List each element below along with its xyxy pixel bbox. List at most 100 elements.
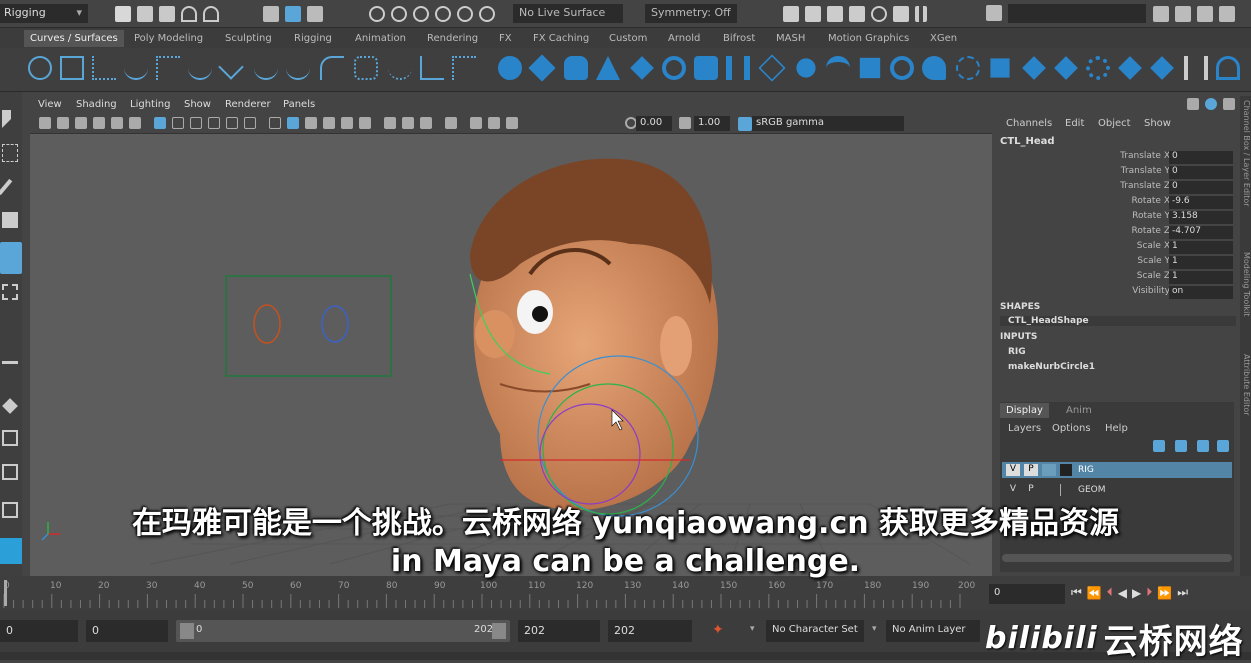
render-frame-icon[interactable]: [805, 6, 821, 22]
open-scene-icon[interactable]: [137, 6, 153, 22]
tab-sculpting[interactable]: Sculpting: [225, 33, 272, 44]
wireframe-on-shaded-icon[interactable]: [305, 117, 317, 129]
shape-node[interactable]: CTL_HeadShape: [1000, 316, 1236, 326]
use-all-lights-icon[interactable]: [341, 117, 353, 129]
animation-end-field[interactable]: 202: [608, 620, 692, 642]
nurbs-plane-icon[interactable]: [630, 56, 654, 80]
trim-tool-icon[interactable]: [1022, 56, 1046, 80]
camera-attributes-icon[interactable]: [57, 117, 69, 129]
channel-box-toggle-icon[interactable]: [1187, 98, 1199, 110]
gamma-icon[interactable]: [679, 117, 691, 129]
step-forward-key-icon[interactable]: ⏵: [1146, 585, 1152, 600]
field-chart-icon[interactable]: [226, 117, 238, 129]
safe-action-icon[interactable]: [244, 117, 256, 129]
eye-controls[interactable]: [225, 275, 392, 377]
nurbs-sphere-icon[interactable]: [498, 56, 522, 80]
gamma-field[interactable]: 1.00: [694, 116, 730, 131]
attach-surfaces-icon[interactable]: [1086, 56, 1110, 80]
xray-icon[interactable]: [470, 117, 482, 129]
nurbs-cylinder-icon[interactable]: [564, 56, 588, 80]
snap-projected-icon[interactable]: [435, 6, 451, 22]
new-layer-icon[interactable]: [1197, 440, 1209, 452]
range-slider[interactable]: 0 202: [176, 620, 510, 642]
revolve-icon[interactable]: [694, 56, 718, 80]
hypershade-icon[interactable]: [871, 6, 887, 22]
current-time-indicator[interactable]: [4, 580, 7, 606]
tab-arnold[interactable]: Arnold: [668, 33, 700, 44]
layer-display-type[interactable]: [1042, 484, 1056, 496]
tab-motion-graphics[interactable]: Motion Graphics: [828, 33, 909, 44]
nurbs-square-icon[interactable]: [60, 56, 84, 80]
curve-editing-icon[interactable]: [452, 56, 476, 80]
sidebar-toggle-icon[interactable]: [986, 5, 1002, 21]
range-start-handle[interactable]: [180, 623, 194, 639]
layer-row-rig[interactable]: V P RIG: [1002, 462, 1232, 478]
character-set-menu-icon[interactable]: ▾: [750, 624, 755, 634]
anim-layer-dropdown[interactable]: No Anim Layer: [886, 620, 980, 642]
bookmarks-icon[interactable]: [75, 117, 87, 129]
bevel-plus-icon[interactable]: [922, 56, 946, 80]
modeling-toolkit-icon[interactable]: [1153, 6, 1169, 22]
menu-show[interactable]: Show: [184, 99, 211, 110]
save-scene-icon[interactable]: [159, 6, 175, 22]
time-slider[interactable]: 0 10 20 30 40 50 60 70 80 90 100 110 120…: [0, 576, 985, 610]
insert-knot-icon[interactable]: [286, 56, 310, 80]
film-gate-icon[interactable]: [172, 117, 184, 129]
layer-visibility-toggle[interactable]: V: [1006, 484, 1020, 496]
detach-surfaces-icon[interactable]: [1118, 56, 1142, 80]
layer-row-geom[interactable]: V P GEOM: [1002, 482, 1232, 498]
snap-grid-icon[interactable]: [369, 6, 385, 22]
render-settings-icon[interactable]: [783, 6, 799, 22]
tab-display[interactable]: Display: [1000, 403, 1049, 418]
tab-channel-box-layer-editor[interactable]: Channel Box / Layer Editor: [1240, 100, 1251, 207]
arnold-render-icon[interactable]: [893, 6, 909, 22]
tab-anim[interactable]: Anim: [1066, 405, 1092, 416]
hierarchy-mode-icon[interactable]: [263, 6, 279, 22]
playback-start-field[interactable]: 0: [86, 620, 168, 642]
pause-render-icon[interactable]: [915, 6, 927, 22]
grid-icon[interactable]: [154, 117, 166, 129]
step-back-key-icon[interactable]: ⏴: [1107, 585, 1113, 600]
view-transform-dropdown[interactable]: sRGB gamma: [752, 116, 904, 131]
snap-point-icon[interactable]: [413, 6, 429, 22]
rotate-tool-icon[interactable]: [0, 242, 22, 274]
menu-help[interactable]: Help: [1105, 423, 1128, 434]
snap-view-plane-icon[interactable]: [457, 6, 473, 22]
anim-layer-menu-icon[interactable]: ▾: [872, 624, 877, 634]
planar-icon[interactable]: [758, 54, 786, 82]
last-tool-icon[interactable]: [2, 350, 18, 364]
image-plane-icon[interactable]: [93, 117, 105, 129]
redo-icon[interactable]: [203, 6, 219, 22]
layer-color-swatch[interactable]: [1060, 484, 1072, 496]
layer-visibility-toggle[interactable]: V: [1006, 464, 1020, 476]
select-tool-icon[interactable]: [2, 110, 11, 128]
tab-attribute-editor[interactable]: Attribute Editor: [1240, 354, 1251, 416]
tool-settings-icon[interactable]: [1197, 6, 1213, 22]
tool-settings-toggle-icon[interactable]: [1223, 98, 1235, 110]
paint-select-tool-icon[interactable]: [0, 178, 13, 196]
tab-xgen[interactable]: XGen: [930, 33, 957, 44]
go-to-end-icon[interactable]: ⏭: [1177, 585, 1188, 600]
lasso-tool-icon[interactable]: [2, 144, 18, 162]
layer-display-type[interactable]: [1042, 464, 1056, 476]
smooth-shade-icon[interactable]: [287, 117, 299, 129]
menu-channels[interactable]: Channels: [1006, 118, 1052, 129]
playback-end-field[interactable]: 202: [518, 620, 600, 642]
range-end-handle[interactable]: [492, 623, 506, 639]
exposure-field[interactable]: 0.00: [636, 116, 672, 131]
play-forwards-icon[interactable]: ▶: [1132, 586, 1141, 600]
attr-scale-y[interactable]: Scale Y1: [1094, 256, 1240, 270]
menu-panels[interactable]: Panels: [283, 99, 315, 110]
menu-shading[interactable]: Shading: [76, 99, 117, 110]
layer-playback-toggle[interactable]: P: [1024, 464, 1038, 476]
untrim-icon[interactable]: [1054, 56, 1078, 80]
attribute-editor-toggle-icon[interactable]: [1205, 98, 1217, 110]
attr-translate-x[interactable]: Translate X0: [1094, 151, 1240, 165]
extend-surface-icon[interactable]: [1216, 56, 1240, 80]
attr-scale-z[interactable]: Scale Z1: [1094, 271, 1240, 285]
offset-curve-icon[interactable]: [354, 56, 378, 80]
menu-object[interactable]: Object: [1098, 118, 1131, 129]
attr-translate-y[interactable]: Translate Y0: [1094, 166, 1240, 180]
rebuild-curve-icon[interactable]: [388, 56, 412, 80]
input-make-nurb-circle[interactable]: makeNurbCircle1: [1008, 362, 1095, 372]
